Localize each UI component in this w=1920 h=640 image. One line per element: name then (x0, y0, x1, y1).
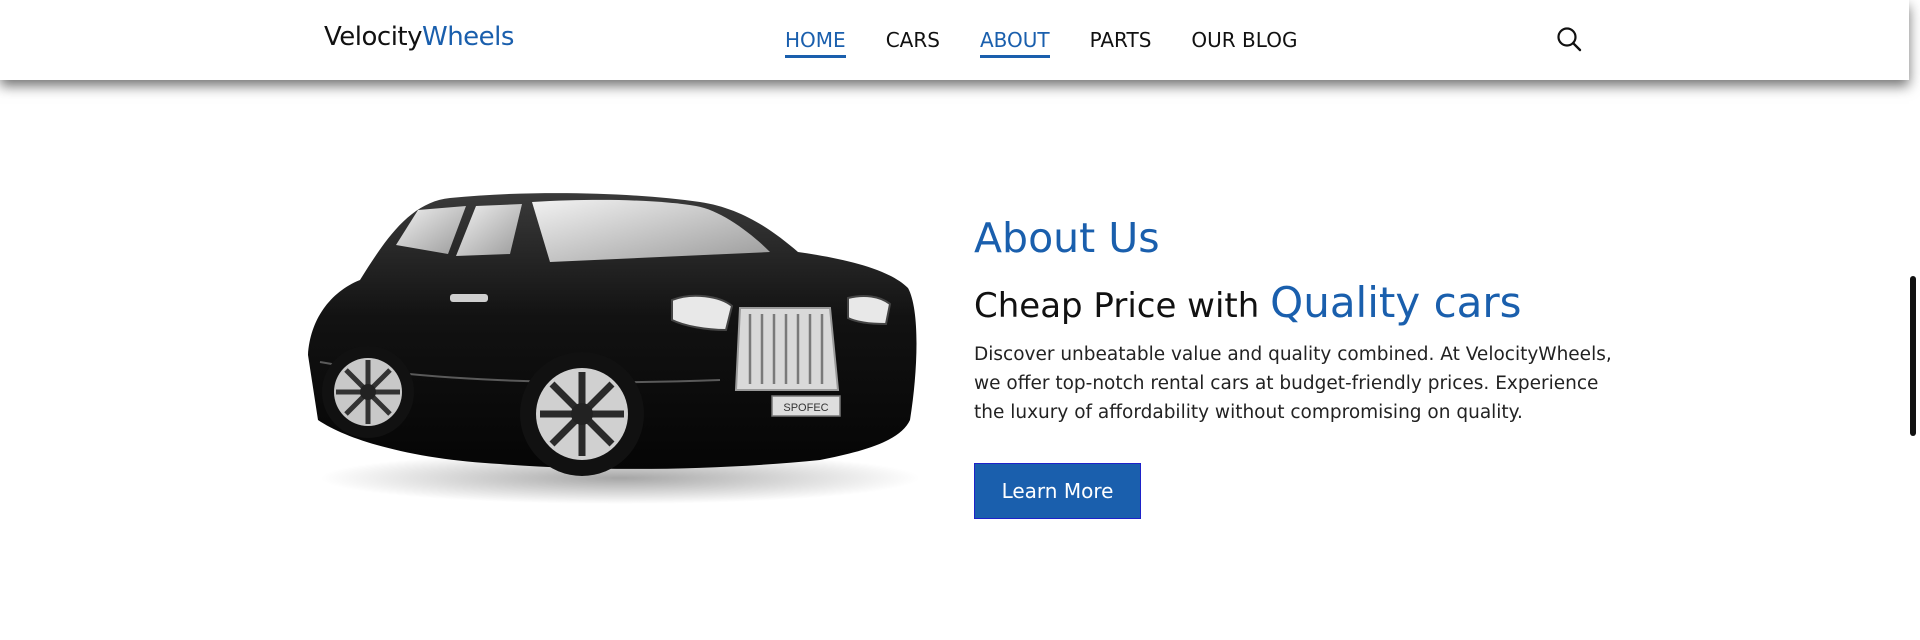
front-wheel (520, 352, 644, 476)
nav-link-parts[interactable]: PARTS (1090, 28, 1152, 58)
brand-name-accent: Wheels (422, 22, 514, 52)
car-image: SPOFEC (300, 180, 940, 510)
about-heading: About Us (974, 214, 1160, 262)
headline-accent: Quality cars (1270, 278, 1522, 327)
brand-logo[interactable]: VelocityWheels (324, 22, 514, 52)
about-description: Discover unbeatable value and quality co… (974, 344, 1612, 423)
scrollbar-thumb[interactable] (1910, 276, 1916, 436)
nav-link-blog[interactable]: OUR BLOG (1191, 28, 1297, 58)
brand-name-primary: Velocity (324, 22, 423, 52)
top-navbar: VelocityWheels HOME CARS ABOUT PARTS OUR… (0, 0, 1909, 80)
nav-link-home[interactable]: HOME (785, 28, 846, 58)
search-icon[interactable] (1556, 26, 1582, 52)
rear-wheel (322, 346, 414, 438)
main-nav: HOME CARS ABOUT PARTS OUR BLOG (785, 28, 1337, 58)
headline-plain: Cheap Price with (974, 286, 1260, 326)
learn-more-button[interactable]: Learn More (974, 463, 1141, 519)
nav-link-cars[interactable]: CARS (886, 28, 940, 58)
nav-link-about[interactable]: ABOUT (979, 28, 1050, 58)
plate-text: SPOFEC (783, 402, 828, 414)
about-headline: Cheap Price with Quality cars (974, 278, 1522, 327)
